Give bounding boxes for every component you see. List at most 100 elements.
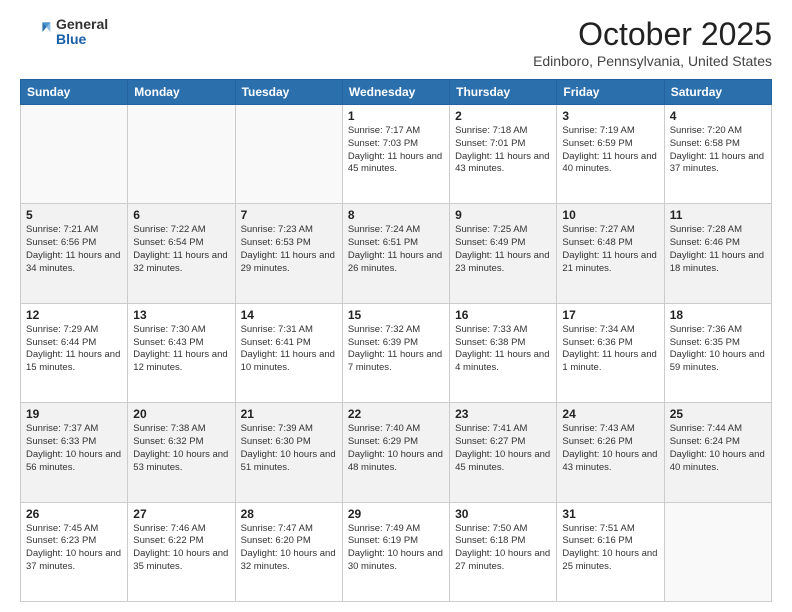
- col-monday: Monday: [128, 80, 235, 105]
- calendar-week-row: 5 Sunrise: 7:21 AM Sunset: 6:56 PM Daylig…: [21, 204, 772, 303]
- table-row: 21Sunrise: 7:39 AM Sunset: 6:30 PM Dayli…: [235, 403, 342, 502]
- calendar-week-row: 19 Sunrise: 7:37 AM Sunset: 6:33 PM Dayli…: [21, 403, 772, 502]
- day-info: Sunrise: 7:40 AM Sunset: 6:29 PM Dayligh…: [348, 423, 444, 474]
- day-info: Sunrise: 7:45 AM Sunset: 6:23 PM Dayligh…: [26, 523, 122, 574]
- table-row: 29Sunrise: 7:49 AM Sunset: 6:19 PM Dayli…: [342, 502, 449, 601]
- month-title: October 2025: [533, 16, 772, 53]
- col-wednesday: Wednesday: [342, 80, 449, 105]
- table-row: 4 Sunrise: 7:20 AM Sunset: 6:58 PM Daylig…: [664, 105, 771, 204]
- day-info: Sunrise: 7:21 AM Sunset: 6:56 PM Dayligh…: [26, 224, 122, 275]
- day-info: Sunrise: 7:37 AM Sunset: 6:33 PM Dayligh…: [26, 423, 122, 474]
- day-info: Sunrise: 7:17 AM Sunset: 7:03 PM Dayligh…: [348, 125, 444, 176]
- day-number: 11: [670, 208, 766, 222]
- table-row: 18Sunrise: 7:36 AM Sunset: 6:35 PM Dayli…: [664, 303, 771, 402]
- table-row: 6 Sunrise: 7:22 AM Sunset: 6:54 PM Daylig…: [128, 204, 235, 303]
- day-info: Sunrise: 7:51 AM Sunset: 6:16 PM Dayligh…: [562, 523, 658, 574]
- day-number: 5: [26, 208, 122, 222]
- day-number: 14: [241, 308, 337, 322]
- day-number: 17: [562, 308, 658, 322]
- table-row: 24 Sunrise: 7:43 AM Sunset: 6:26 PM Dayli…: [557, 403, 664, 502]
- table-row: [235, 105, 342, 204]
- day-number: 10: [562, 208, 658, 222]
- day-info: Sunrise: 7:41 AM Sunset: 6:27 PM Dayligh…: [455, 423, 551, 474]
- day-info: Sunrise: 7:22 AM Sunset: 6:54 PM Dayligh…: [133, 224, 229, 275]
- table-row: 23Sunrise: 7:41 AM Sunset: 6:27 PM Dayli…: [450, 403, 557, 502]
- table-row: 1 Sunrise: 7:17 AM Sunset: 7:03 PM Daylig…: [342, 105, 449, 204]
- page: General Blue October 2025 Edinboro, Penn…: [0, 0, 792, 612]
- day-number: 20: [133, 407, 229, 421]
- table-row: 11 Sunrise: 7:28 AM Sunset: 6:46 PM Dayli…: [664, 204, 771, 303]
- day-info: Sunrise: 7:34 AM Sunset: 6:36 PM Dayligh…: [562, 324, 658, 375]
- table-row: 31 Sunrise: 7:51 AM Sunset: 6:16 PM Dayli…: [557, 502, 664, 601]
- day-number: 6: [133, 208, 229, 222]
- day-info: Sunrise: 7:43 AM Sunset: 6:26 PM Dayligh…: [562, 423, 658, 474]
- day-info: Sunrise: 7:38 AM Sunset: 6:32 PM Dayligh…: [133, 423, 229, 474]
- day-number: 8: [348, 208, 444, 222]
- day-info: Sunrise: 7:29 AM Sunset: 6:44 PM Dayligh…: [26, 324, 122, 375]
- day-info: Sunrise: 7:50 AM Sunset: 6:18 PM Dayligh…: [455, 523, 551, 574]
- day-info: Sunrise: 7:49 AM Sunset: 6:19 PM Dayligh…: [348, 523, 444, 574]
- logo-icon: [20, 16, 52, 48]
- day-number: 4: [670, 109, 766, 123]
- col-thursday: Thursday: [450, 80, 557, 105]
- calendar-week-row: 1 Sunrise: 7:17 AM Sunset: 7:03 PM Daylig…: [21, 105, 772, 204]
- table-row: [128, 105, 235, 204]
- table-row: 30 Sunrise: 7:50 AM Sunset: 6:18 PM Dayli…: [450, 502, 557, 601]
- table-row: 26Sunrise: 7:45 AM Sunset: 6:23 PM Dayli…: [21, 502, 128, 601]
- col-saturday: Saturday: [664, 80, 771, 105]
- day-info: Sunrise: 7:25 AM Sunset: 6:49 PM Dayligh…: [455, 224, 551, 275]
- table-row: 20 Sunrise: 7:38 AM Sunset: 6:32 PM Dayli…: [128, 403, 235, 502]
- day-info: Sunrise: 7:28 AM Sunset: 6:46 PM Dayligh…: [670, 224, 766, 275]
- logo-text: General Blue: [56, 17, 108, 48]
- col-tuesday: Tuesday: [235, 80, 342, 105]
- table-row: 2Sunrise: 7:18 AM Sunset: 7:01 PM Daylig…: [450, 105, 557, 204]
- day-info: Sunrise: 7:36 AM Sunset: 6:35 PM Dayligh…: [670, 324, 766, 375]
- table-row: 7 Sunrise: 7:23 AM Sunset: 6:53 PM Daylig…: [235, 204, 342, 303]
- table-row: 9 Sunrise: 7:25 AM Sunset: 6:49 PM Daylig…: [450, 204, 557, 303]
- table-row: 12 Sunrise: 7:29 AM Sunset: 6:44 PM Dayli…: [21, 303, 128, 402]
- title-block: October 2025 Edinboro, Pennsylvania, Uni…: [533, 16, 772, 69]
- day-number: 16: [455, 308, 551, 322]
- day-number: 15: [348, 308, 444, 322]
- calendar-week-row: 26Sunrise: 7:45 AM Sunset: 6:23 PM Dayli…: [21, 502, 772, 601]
- day-info: Sunrise: 7:27 AM Sunset: 6:48 PM Dayligh…: [562, 224, 658, 275]
- day-info: Sunrise: 7:31 AM Sunset: 6:41 PM Dayligh…: [241, 324, 337, 375]
- day-info: Sunrise: 7:44 AM Sunset: 6:24 PM Dayligh…: [670, 423, 766, 474]
- table-row: 22 Sunrise: 7:40 AM Sunset: 6:29 PM Dayli…: [342, 403, 449, 502]
- day-info: Sunrise: 7:18 AM Sunset: 7:01 PM Dayligh…: [455, 125, 551, 176]
- table-row: 16 Sunrise: 7:33 AM Sunset: 6:38 PM Dayli…: [450, 303, 557, 402]
- table-row: 3 Sunrise: 7:19 AM Sunset: 6:59 PM Daylig…: [557, 105, 664, 204]
- day-number: 31: [562, 507, 658, 521]
- day-number: 3: [562, 109, 658, 123]
- table-row: 27Sunrise: 7:46 AM Sunset: 6:22 PM Dayli…: [128, 502, 235, 601]
- table-row: 17 Sunrise: 7:34 AM Sunset: 6:36 PM Dayli…: [557, 303, 664, 402]
- day-number: 22: [348, 407, 444, 421]
- calendar-header-row: Sunday Monday Tuesday Wednesday Thursday…: [21, 80, 772, 105]
- day-number: 1: [348, 109, 444, 123]
- day-info: Sunrise: 7:33 AM Sunset: 6:38 PM Dayligh…: [455, 324, 551, 375]
- day-info: Sunrise: 7:23 AM Sunset: 6:53 PM Dayligh…: [241, 224, 337, 275]
- day-number: 24: [562, 407, 658, 421]
- day-number: 19: [26, 407, 122, 421]
- day-number: 9: [455, 208, 551, 222]
- day-info: Sunrise: 7:19 AM Sunset: 6:59 PM Dayligh…: [562, 125, 658, 176]
- col-sunday: Sunday: [21, 80, 128, 105]
- day-number: 12: [26, 308, 122, 322]
- day-number: 13: [133, 308, 229, 322]
- day-info: Sunrise: 7:24 AM Sunset: 6:51 PM Dayligh…: [348, 224, 444, 275]
- table-row: [21, 105, 128, 204]
- day-number: 30: [455, 507, 551, 521]
- table-row: 8 Sunrise: 7:24 AM Sunset: 6:51 PM Daylig…: [342, 204, 449, 303]
- calendar-table: Sunday Monday Tuesday Wednesday Thursday…: [20, 79, 772, 602]
- location: Edinboro, Pennsylvania, United States: [533, 53, 772, 69]
- day-info: Sunrise: 7:47 AM Sunset: 6:20 PM Dayligh…: [241, 523, 337, 574]
- table-row: 19 Sunrise: 7:37 AM Sunset: 6:33 PM Dayli…: [21, 403, 128, 502]
- day-number: 28: [241, 507, 337, 521]
- logo: General Blue: [20, 16, 108, 48]
- day-number: 7: [241, 208, 337, 222]
- day-info: Sunrise: 7:20 AM Sunset: 6:58 PM Dayligh…: [670, 125, 766, 176]
- table-row: [664, 502, 771, 601]
- day-number: 25: [670, 407, 766, 421]
- day-number: 21: [241, 407, 337, 421]
- header: General Blue October 2025 Edinboro, Penn…: [20, 16, 772, 69]
